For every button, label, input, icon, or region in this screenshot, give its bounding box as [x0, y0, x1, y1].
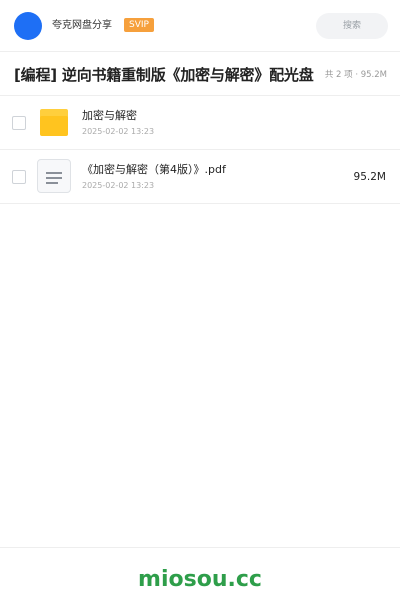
- file-size: 95.2M: [353, 171, 386, 183]
- list-item[interactable]: 加密与解密 2025-02-02 13:23: [0, 96, 400, 150]
- row-checkbox[interactable]: [12, 170, 26, 184]
- folder-icon: [40, 109, 68, 136]
- header: 夸克网盘分享 SVIP 搜索: [0, 0, 400, 52]
- list-item[interactable]: 《加密与解密（第4版）》.pdf 2025-02-02 13:23 95.2M: [0, 150, 400, 204]
- svip-badge: SVIP: [124, 18, 154, 32]
- brand-name: 夸克网盘分享: [52, 20, 112, 31]
- file-date: 2025-02-02 13:23: [82, 181, 155, 190]
- watermark: miosou.cc: [138, 567, 262, 592]
- page-title: [编程] 逆向书籍重制版《加密与解密》配光盘: [14, 66, 314, 84]
- file-date: 2025-02-02 13:23: [82, 127, 155, 136]
- file-name: 《加密与解密（第4版）》.pdf: [82, 163, 226, 176]
- file-icon: [37, 159, 71, 193]
- avatar[interactable]: [14, 12, 42, 40]
- share-meta: 共 2 项 · 95.2M: [324, 70, 387, 80]
- search-button[interactable]: 搜索: [316, 13, 388, 39]
- share-title-row: [编程] 逆向书籍重制版《加密与解密》配光盘 共 2 项 · 95.2M: [0, 52, 400, 96]
- file-name: 加密与解密: [82, 109, 137, 122]
- row-checkbox[interactable]: [12, 116, 26, 130]
- footer: miosou.cc: [0, 547, 400, 600]
